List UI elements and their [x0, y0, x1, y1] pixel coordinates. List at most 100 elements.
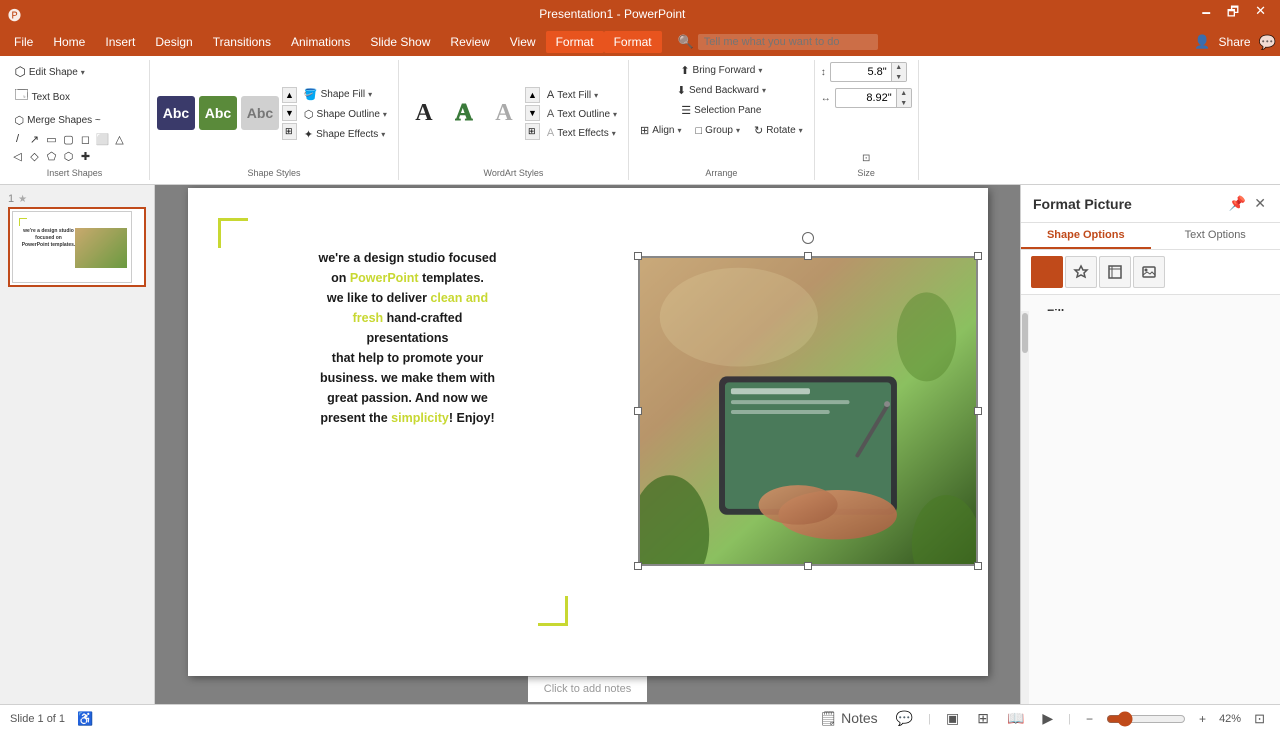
wordart-style-2[interactable]: A — [445, 94, 483, 132]
bring-forward-button[interactable]: ⬆ Bring Forward ▾ — [675, 62, 767, 79]
slide-text-block[interactable]: we're a design studio focused on PowerPo… — [218, 248, 598, 428]
shape-effects-button[interactable]: ✦ Shape Effects ▾ — [299, 126, 392, 143]
styles-scroll-up[interactable]: ▲ — [282, 87, 297, 103]
group-button[interactable]: □ Group ▾ — [691, 122, 745, 139]
picture-icon-tab[interactable] — [1133, 256, 1165, 288]
menu-transitions[interactable]: Transitions — [203, 31, 281, 53]
handle-topcenter[interactable] — [804, 252, 812, 260]
height-up[interactable]: ▲ — [892, 62, 906, 72]
reading-view-button[interactable]: 📖 — [1002, 708, 1029, 729]
shape-rounded-rect[interactable]: ▢ — [61, 131, 77, 147]
zoom-out-button[interactable]: − — [1081, 710, 1098, 728]
tab-text-options[interactable]: Text Options — [1151, 223, 1280, 249]
handle-bottomright[interactable] — [974, 562, 982, 570]
handle-middleleft[interactable] — [634, 407, 642, 415]
menu-animations[interactable]: Animations — [281, 31, 360, 53]
shape-style-1[interactable]: Abc — [157, 96, 195, 130]
handle-bottomleft[interactable] — [634, 562, 642, 570]
scroll-thumb[interactable] — [1022, 313, 1028, 353]
shape-rect[interactable]: ▭ — [44, 131, 60, 147]
panel-pin-icon[interactable]: 📌 — [1227, 193, 1248, 214]
menu-design[interactable]: Design — [145, 31, 202, 53]
text-fill-button[interactable]: A Text Fill ▾ — [542, 87, 622, 103]
collapse-button[interactable]: 🗕 — [1196, 1, 1217, 27]
share-button[interactable]: Share — [1219, 35, 1251, 49]
tell-me-input[interactable] — [698, 34, 878, 50]
menu-format-1[interactable]: Format — [546, 31, 604, 53]
width-up[interactable]: ▲ — [897, 88, 911, 98]
styles-expand[interactable]: ⊞ — [282, 123, 297, 140]
size-icon-tab[interactable] — [1099, 256, 1131, 288]
shape-line[interactable]: / — [10, 131, 26, 147]
slideshow-button[interactable]: ▶ — [1037, 708, 1058, 729]
menu-review[interactable]: Review — [440, 31, 499, 53]
text-effects-button[interactable]: A Text Effects ▾ — [542, 125, 622, 141]
send-backward-button[interactable]: ⬇ Send Backward ▾ — [672, 82, 771, 99]
notes-area[interactable]: Click to add notes — [528, 676, 647, 702]
zoom-in-button[interactable]: + — [1194, 710, 1211, 728]
shape-hex[interactable]: ⬡ — [61, 148, 77, 164]
shape-cylinder[interactable]: ⬜ — [95, 131, 111, 147]
size-dialog-launcher[interactable]: ⊡ — [862, 153, 870, 164]
handle-topleft[interactable] — [634, 252, 642, 260]
shape-plus[interactable]: ✚ — [78, 148, 94, 164]
normal-view-button[interactable]: ▣ — [941, 708, 964, 729]
slide-canvas[interactable]: we're a design studio focused on PowerPo… — [188, 188, 988, 676]
wordart-scroll-up[interactable]: ▲ — [525, 87, 540, 103]
effects-icon-tab[interactable] — [1065, 256, 1097, 288]
comment-icon[interactable]: 💬 — [1259, 34, 1276, 51]
restore-button[interactable]: 🗗 — [1221, 1, 1245, 27]
shape-rect2[interactable]: ◻ — [78, 131, 94, 147]
rotate-button[interactable]: ↻ Rotate ▾ — [749, 122, 808, 139]
selection-pane-button[interactable]: ☰ Selection Pane — [676, 102, 766, 119]
merge-shapes-button[interactable]: ⬡ Merge Shapes ~ — [10, 112, 106, 129]
panel-close-icon[interactable]: ✕ — [1252, 193, 1268, 214]
panel-scrollbar[interactable] — [1021, 311, 1029, 704]
wordart-style-1[interactable]: A — [405, 94, 443, 132]
shape-arrow[interactable]: ↗ — [27, 131, 43, 147]
zoom-level-display[interactable]: 42% — [1219, 713, 1241, 725]
shape-para[interactable]: ◇ — [27, 148, 43, 164]
menu-home[interactable]: Home — [43, 31, 95, 53]
text-outline-button[interactable]: A Text Outline ▾ — [542, 106, 622, 122]
handle-topright[interactable] — [974, 252, 982, 260]
slide-image[interactable] — [638, 256, 978, 566]
shape-penta[interactable]: ⬠ — [44, 148, 60, 164]
height-spinner[interactable]: 5.8" ▲ ▼ — [830, 62, 907, 82]
edit-shape-button[interactable]: ⬡ Edit Shape ▾ — [10, 62, 90, 82]
width-down[interactable]: ▼ — [897, 98, 911, 108]
close-button[interactable]: ✕ — [1249, 1, 1272, 27]
fill-section-header[interactable]: ▼ Fill — [1033, 303, 1268, 311]
shape-outline-button[interactable]: ⬡ Shape Outline ▾ — [299, 106, 392, 123]
menu-slideshow[interactable]: Slide Show — [360, 31, 440, 53]
menu-view[interactable]: View — [500, 31, 546, 53]
notes-placeholder[interactable]: Click to add notes — [544, 683, 631, 695]
handle-bottomcenter[interactable] — [804, 562, 812, 570]
fill-icon-tab[interactable] — [1031, 256, 1063, 288]
wordart-style-3[interactable]: A — [485, 94, 523, 132]
accessibility-icon[interactable]: ♿ — [77, 711, 93, 727]
notes-button[interactable]: 🗒 Notes — [814, 708, 882, 729]
align-button[interactable]: ⊞ Align ▾ — [635, 122, 686, 139]
text-box-button[interactable]: 🗔 Text Box — [10, 84, 75, 110]
shape-fill-button[interactable]: 🪣 Shape Fill ▾ — [299, 86, 392, 103]
fit-to-window-button[interactable]: ⊡ — [1249, 709, 1270, 729]
shape-tri[interactable]: △ — [112, 131, 128, 147]
comments-button[interactable]: 💬 — [891, 708, 918, 729]
menu-format-2[interactable]: Format — [604, 31, 662, 53]
shape-rtri[interactable]: ◁ — [10, 148, 26, 164]
zoom-slider[interactable] — [1106, 711, 1186, 727]
shape-style-2[interactable]: Abc — [199, 96, 237, 130]
slide-sorter-button[interactable]: ⊞ — [972, 708, 994, 729]
wordart-scroll-down[interactable]: ▼ — [525, 105, 540, 121]
menu-insert[interactable]: Insert — [95, 31, 145, 53]
slide-thumbnail-1[interactable]: we're a design studio focused on PowerPo… — [8, 207, 146, 287]
shape-style-3[interactable]: Abc — [241, 96, 279, 130]
menu-file[interactable]: File — [4, 31, 43, 53]
height-down[interactable]: ▼ — [892, 72, 906, 82]
wordart-expand[interactable]: ⊞ — [525, 123, 540, 140]
tab-shape-options[interactable]: Shape Options — [1021, 223, 1151, 249]
styles-scroll-down[interactable]: ▼ — [282, 105, 297, 121]
selected-image-container[interactable] — [638, 256, 978, 566]
width-spinner[interactable]: 8.92" ▲ ▼ — [835, 88, 912, 108]
